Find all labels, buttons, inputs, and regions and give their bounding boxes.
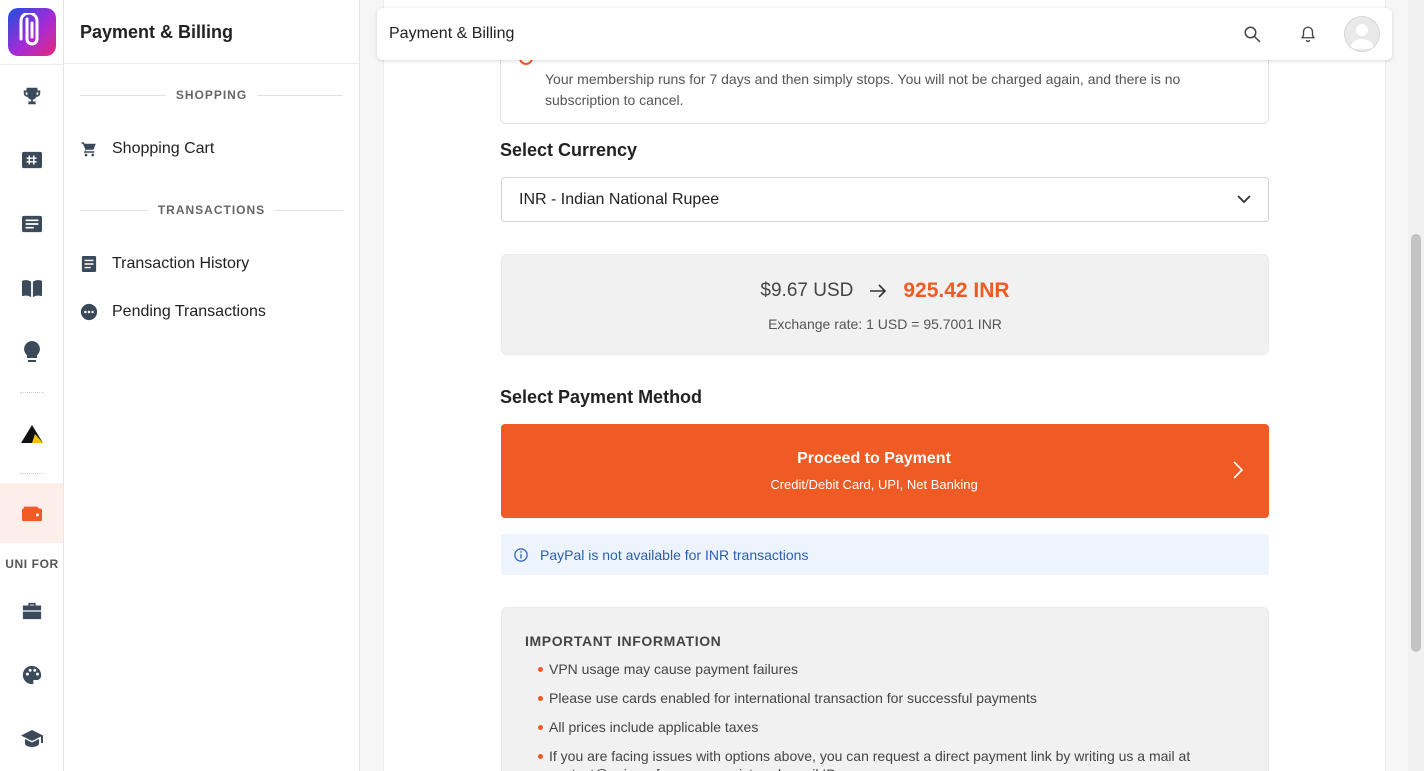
rail-briefcase-button[interactable] [0, 581, 63, 641]
trophy-icon [23, 87, 40, 105]
top-bar: Payment & Billing [377, 8, 1392, 60]
billing-sidebar: Payment & Billing SHOPPING Shopping Cart… [64, 0, 360, 771]
chevron-down-icon [1237, 195, 1251, 204]
info-icon [514, 547, 528, 562]
icon-rail: UNI FOR [0, 0, 64, 771]
lightbulb-icon [23, 341, 40, 362]
rail-triangle-button[interactable] [0, 404, 63, 464]
payment-button-subtitle: Credit/Debit Card, UPI, Net Banking [770, 477, 978, 492]
more-circle-icon [80, 303, 98, 321]
user-avatar-icon [1350, 24, 1374, 49]
rail-lightbulb-button[interactable] [0, 322, 63, 382]
page-title: Payment & Billing [389, 25, 515, 42]
paypal-info-banner: PayPal is not available for INR transact… [501, 534, 1269, 575]
avatar[interactable] [1344, 16, 1380, 52]
sidebar-item-label: Transaction History [112, 255, 250, 272]
sidebar-item-label: Pending Transactions [112, 303, 266, 320]
app-logo[interactable] [8, 8, 56, 56]
rail-wallet-button[interactable] [0, 483, 63, 543]
list-item: VPN usage may cause payment failures [537, 660, 1247, 678]
search-button[interactable] [1232, 14, 1272, 54]
arrow-right-icon [870, 284, 887, 298]
notice-text: Your membership runs for 7 days and then… [545, 71, 1181, 108]
hashtag-card-icon [21, 151, 42, 169]
payment-button-title: Proceed to Payment [797, 450, 951, 467]
bell-icon [1301, 26, 1315, 43]
info-text: PayPal is not available for INR transact… [540, 546, 809, 563]
important-information-panel: IMPORTANT INFORMATION VPN usage may caus… [501, 607, 1269, 771]
list-item: Please use cards enabled for internation… [537, 689, 1247, 707]
search-icon [1244, 26, 1261, 43]
receipt-icon [80, 255, 98, 273]
briefcase-icon [22, 602, 41, 620]
rail-book-button[interactable] [0, 258, 63, 318]
inr-amount: 925.42 INR [903, 279, 1010, 302]
sidebar-title: Payment & Billing [80, 22, 234, 42]
rail-palette-button[interactable] [0, 645, 63, 705]
sidebar-item-transaction-history[interactable]: Transaction History [80, 250, 249, 278]
sidebar-item-shopping-cart[interactable]: Shopping Cart [80, 135, 214, 163]
usd-amount: $9.67 USD [760, 280, 854, 301]
notifications-button[interactable] [1288, 14, 1328, 54]
sidebar-item-pending-transactions[interactable]: Pending Transactions [80, 298, 266, 326]
news-icon [21, 215, 42, 233]
currency-select[interactable]: INR - Indian National Rupee [501, 177, 1269, 222]
scrollbar-thumb[interactable] [1411, 234, 1421, 652]
list-item: If you are facing issues with options ab… [537, 747, 1247, 771]
rail-news-button[interactable] [0, 194, 63, 254]
sidebar-item-label: Shopping Cart [112, 140, 215, 157]
section-heading-shopping: SHOPPING [80, 88, 344, 102]
select-payment-method-heading: Select Payment Method [500, 387, 703, 407]
rail-hashtag-button[interactable] [0, 130, 63, 190]
conversion-summary: $9.67 USD 925.42 INR Exchange rate: 1 US… [501, 254, 1269, 355]
rail-graduation-button[interactable] [0, 709, 63, 769]
graduation-cap-icon [20, 730, 43, 747]
cart-icon [80, 140, 98, 158]
exchange-rate: Exchange rate: 1 USD = 95.7001 INR [768, 316, 1002, 332]
rail-section-label: UNI FOR [5, 557, 59, 571]
page-scrollbar[interactable] [1408, 0, 1424, 771]
section-heading-transactions: TRANSACTIONS [80, 203, 343, 217]
rail-trophy-button[interactable] [0, 66, 63, 126]
chevron-right-icon [1233, 461, 1243, 479]
wallet-icon [21, 506, 42, 522]
palette-icon [22, 665, 41, 685]
proceed-to-payment-button[interactable]: Proceed to Payment Credit/Debit Card, UP… [501, 424, 1269, 518]
important-list: VPN usage may cause payment failures Ple… [537, 660, 1247, 771]
triangle-logo-icon [20, 425, 43, 443]
currency-selected-value: INR - Indian National Rupee [519, 190, 720, 208]
select-currency-heading: Select Currency [500, 140, 638, 160]
list-item: All prices include applicable taxes [537, 718, 1247, 736]
book-icon [21, 280, 42, 298]
important-heading: IMPORTANT INFORMATION [525, 633, 722, 649]
